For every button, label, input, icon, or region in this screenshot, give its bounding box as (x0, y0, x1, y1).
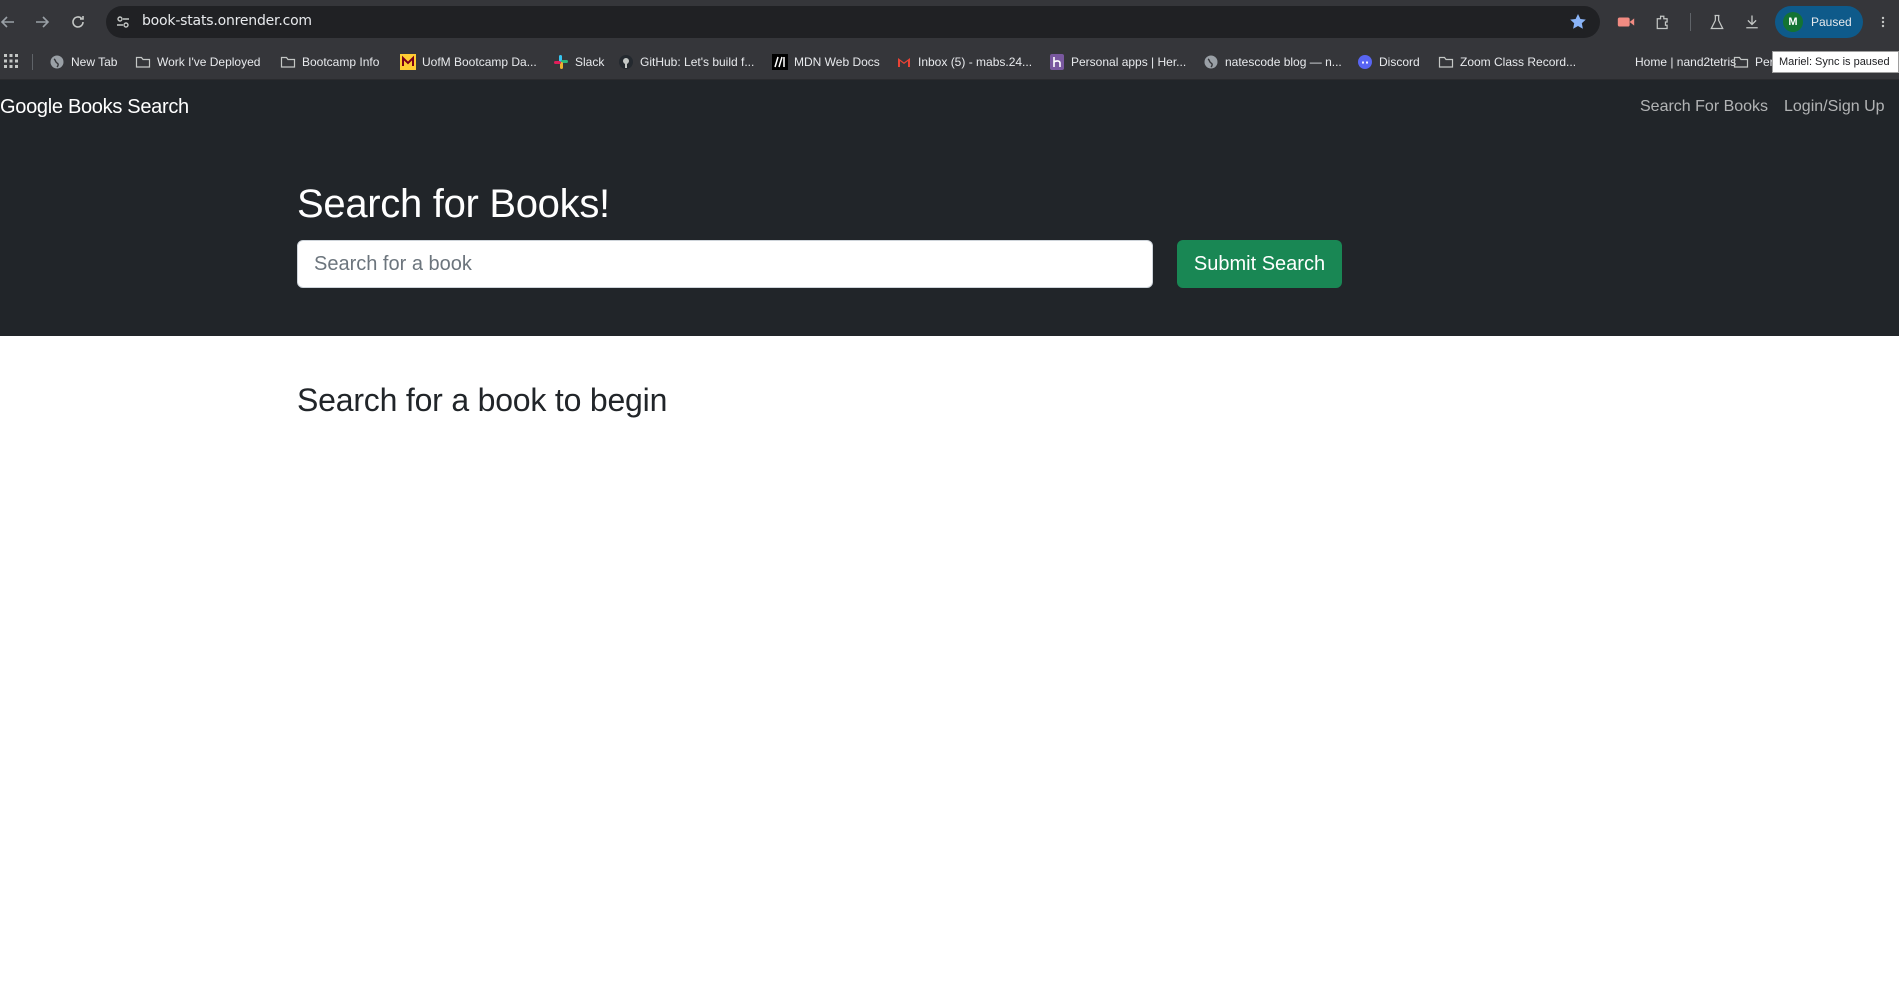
bookmark-bootcamp-info[interactable]: Bootcamp Info (280, 52, 379, 72)
apps-grid-icon[interactable] (3, 53, 19, 69)
bookmark-label: New Tab (71, 55, 118, 69)
submit-search-button[interactable]: Submit Search (1177, 240, 1342, 288)
bookmark-nand2tetris[interactable]: Home | nand2tetris (1613, 52, 1736, 72)
gmail-icon (896, 54, 912, 70)
search-hero: Search for Books! Submit Search (0, 156, 1899, 336)
site-navbar: Google Books Search Search For Books Log… (0, 80, 1899, 156)
bookmark-github[interactable]: GitHub: Let's build f... (618, 52, 754, 72)
bookmark-label: Home | nand2tetris (1635, 55, 1737, 69)
blank-icon (1613, 54, 1629, 70)
folder-icon (1438, 54, 1454, 70)
extensions-icon[interactable] (1652, 11, 1674, 33)
reload-icon[interactable] (66, 10, 90, 34)
page-title: Search for Books! (297, 182, 610, 226)
bookmark-label: natescode blog — n... (1225, 55, 1342, 69)
bookmark-slack[interactable]: Slack (553, 52, 604, 72)
folder-icon (1733, 54, 1749, 70)
bookmarks-divider (32, 54, 33, 70)
results-heading: Search for a book to begin (297, 382, 668, 418)
github-icon (618, 54, 634, 70)
labs-flask-icon[interactable] (1706, 11, 1728, 33)
browser-toolbar: book-stats.onrender.com M Paused (0, 0, 1899, 44)
bookmark-new-tab[interactable]: New Tab (49, 52, 117, 72)
bookmarks-bar: New Tab Work I've Deployed Bootcamp Info… (0, 44, 1899, 80)
bookmark-label: UofM Bootcamp Da... (422, 55, 537, 69)
bookmark-zoom-records[interactable]: Zoom Class Record... (1438, 52, 1576, 72)
uofm-icon (400, 54, 416, 70)
site-brand[interactable]: Google Books Search (0, 96, 189, 119)
globe-icon (1203, 54, 1219, 70)
profile-button[interactable]: M Paused (1775, 6, 1863, 38)
toolbar-divider (1690, 13, 1691, 31)
bookmark-star-icon[interactable] (1568, 12, 1588, 32)
sync-tooltip: Mariel: Sync is paused (1772, 51, 1899, 73)
bookmark-uofm-bootcamp[interactable]: UofM Bootcamp Da... (400, 52, 537, 72)
bookmark-label: Bootcamp Info (302, 55, 380, 69)
bookmark-label: Zoom Class Record... (1460, 55, 1577, 69)
menu-kebab-icon[interactable] (1874, 11, 1892, 33)
mdn-icon (772, 54, 788, 70)
bookmark-natescode[interactable]: natescode blog — n... (1203, 52, 1342, 72)
bookmark-label: Slack (575, 55, 605, 69)
back-arrow-icon[interactable] (0, 10, 20, 34)
bookmark-work-deployed[interactable]: Work I've Deployed (135, 52, 260, 72)
globe-icon (49, 54, 65, 70)
site-info-icon[interactable] (114, 13, 132, 31)
search-input[interactable] (297, 240, 1153, 288)
forward-arrow-icon[interactable] (30, 10, 54, 34)
bookmark-heroku[interactable]: Personal apps | Her... (1049, 52, 1186, 72)
avatar: M (1783, 12, 1803, 32)
profile-status: Paused (1811, 15, 1852, 29)
bookmark-label: Inbox (5) - mabs.24... (918, 55, 1033, 69)
bookmark-label: MDN Web Docs (794, 55, 880, 69)
nav-search-books[interactable]: Search For Books (1640, 98, 1768, 116)
heroku-icon (1049, 54, 1065, 70)
bookmark-discord[interactable]: Discord (1357, 52, 1420, 72)
url-text[interactable]: book-stats.onrender.com (142, 13, 312, 29)
bookmark-mdn[interactable]: MDN Web Docs (772, 52, 880, 72)
bookmark-label: Per (1755, 55, 1774, 69)
download-icon[interactable] (1741, 11, 1763, 33)
bookmark-gmail[interactable]: Inbox (5) - mabs.24... (896, 52, 1032, 72)
bookmark-label: Personal apps | Her... (1071, 55, 1187, 69)
slack-icon (553, 54, 569, 70)
discord-icon (1357, 54, 1373, 70)
screencast-icon[interactable] (1615, 11, 1637, 33)
bookmark-label: Work I've Deployed (157, 55, 261, 69)
bookmark-label: Discord (1379, 55, 1420, 69)
bookmark-per[interactable]: Per (1733, 52, 1774, 72)
bookmark-label: GitHub: Let's build f... (640, 55, 755, 69)
folder-icon (280, 54, 296, 70)
folder-icon (135, 54, 151, 70)
nav-login-signup[interactable]: Login/Sign Up (1784, 98, 1885, 116)
address-bar[interactable]: book-stats.onrender.com (106, 6, 1600, 38)
